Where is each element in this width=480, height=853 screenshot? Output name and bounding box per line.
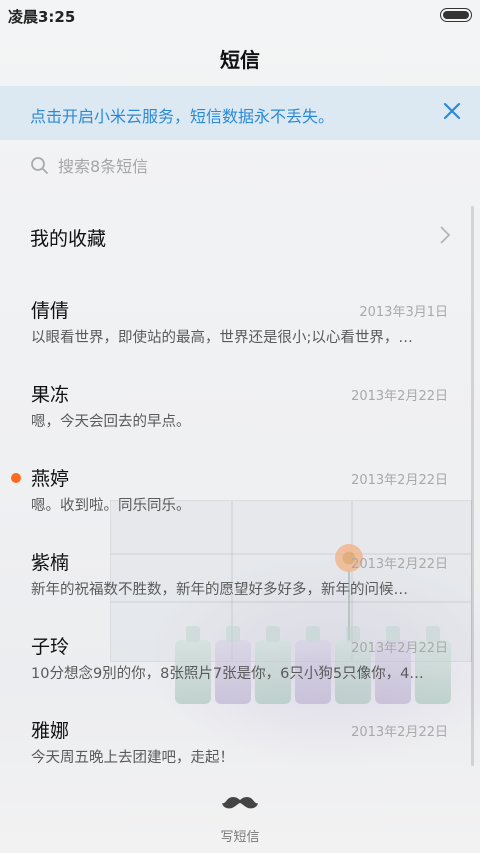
search-bar[interactable]	[30, 152, 450, 182]
contact-name: 雅娜	[31, 720, 70, 742]
compose-label: 写短信	[220, 830, 260, 845]
favorites-label: 我的收藏	[30, 228, 107, 250]
conversation-item[interactable]: 倩倩 2013年3月1日 以眼看世界，即使站的最高，世界还是很小;以心看世界，…	[0, 296, 470, 380]
conversation-item[interactable]: 雅娜 2013年2月22日 今天周五晚上去团建吧，走起！	[0, 716, 470, 800]
message-date: 2013年2月22日	[351, 389, 448, 404]
mustache-icon	[222, 797, 258, 809]
message-snippet: 新年的祝福数不胜数，新年的愿望好多好多，新年的问候…	[31, 582, 408, 598]
search-input[interactable]	[58, 152, 438, 180]
conversation-item[interactable]: 燕婷 2013年2月22日 嗯。收到啦。同乐同乐。	[0, 464, 470, 548]
contact-name: 子玲	[31, 636, 70, 658]
page-title: 短信	[220, 48, 260, 72]
cloud-service-banner[interactable]: 点击开启小米云服务，短信数据永不丢失。	[0, 86, 480, 140]
banner-text[interactable]: 点击开启小米云服务，短信数据永不丢失。	[30, 103, 334, 127]
close-icon[interactable]	[440, 99, 464, 123]
message-snippet: 嗯，今天会回去的早点。	[31, 414, 191, 430]
message-snippet: 10分想念9別的你，8张照片7张是你，6只小狗5只像你，4…	[31, 666, 424, 682]
status-time: 凌晨3:25	[8, 8, 76, 26]
message-date: 2013年2月22日	[351, 725, 448, 740]
contact-name: 果冻	[31, 384, 70, 406]
contact-name: 倩倩	[31, 300, 70, 322]
message-snippet: 今天周五晚上去团建吧，走起！	[31, 750, 234, 766]
conversation-item[interactable]: 紫楠 2013年2月22日 新年的祝福数不胜数，新年的愿望好多好多，新年的问候…	[0, 548, 470, 632]
contact-name: 紫楠	[31, 552, 70, 574]
message-date: 2013年2月22日	[351, 641, 448, 656]
conversation-item[interactable]: 子玲 2013年2月22日 10分想念9別的你，8张照片7张是你，6只小狗5只像…	[0, 632, 470, 716]
search-icon	[31, 157, 48, 174]
chevron-right-icon	[440, 226, 451, 244]
contact-name: 燕婷	[31, 468, 70, 490]
scrollbar[interactable]	[471, 206, 474, 766]
status-bar: 凌晨3:25	[0, 0, 480, 28]
compose-button[interactable]: 写短信	[200, 790, 280, 846]
unread-indicator	[11, 473, 21, 483]
message-date: 2013年2月22日	[351, 473, 448, 488]
conversation-item[interactable]: 果冻 2013年2月22日 嗯，今天会回去的早点。	[0, 380, 470, 464]
message-date: 2013年3月1日	[359, 305, 448, 320]
message-date: 2013年2月22日	[351, 557, 448, 572]
favorites-row[interactable]: 我的收藏	[30, 220, 452, 252]
message-snippet: 嗯。收到啦。同乐同乐。	[31, 498, 191, 514]
message-snippet: 以眼看世界，即使站的最高，世界还是很小;以心看世界，…	[31, 330, 413, 346]
battery-icon	[440, 8, 472, 22]
